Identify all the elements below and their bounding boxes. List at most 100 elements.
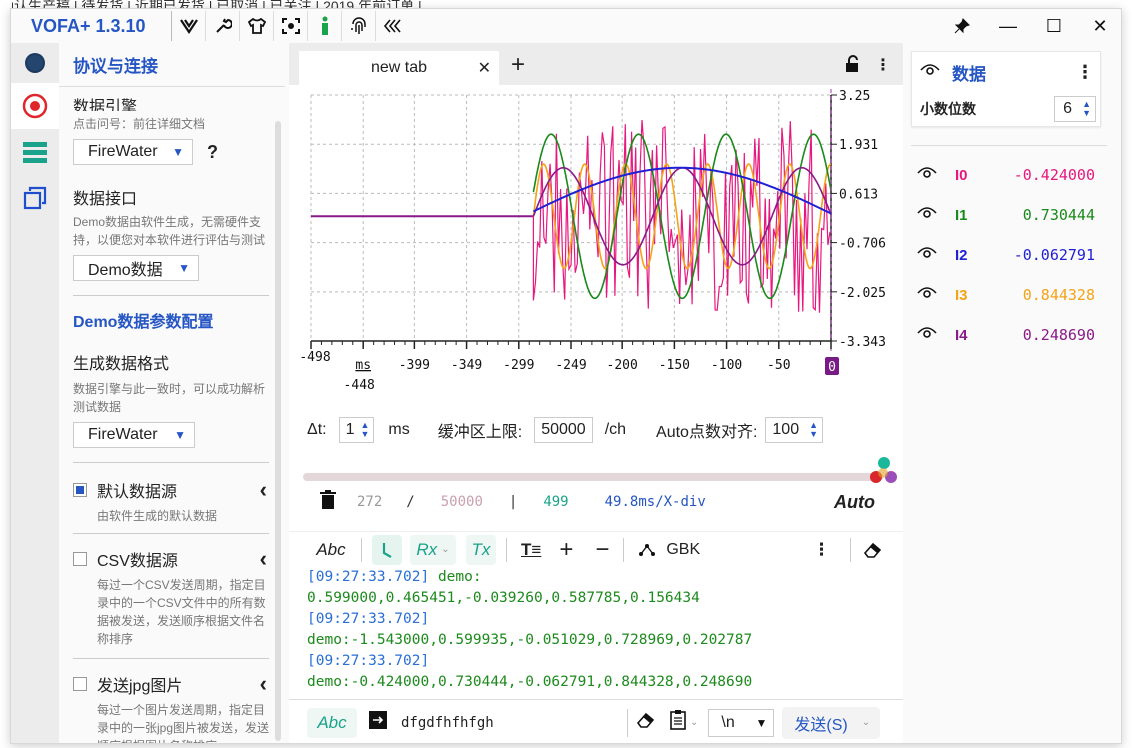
send-eraser-icon[interactable] xyxy=(636,711,656,734)
spinner-arrows-icon[interactable]: ▲ ▼ xyxy=(360,421,373,439)
source-csv[interactable]: CSV数据源 ‹ 每过一个CSV发送周期，指定目录中的一个CSV文件中的所有数据… xyxy=(73,546,275,648)
divider xyxy=(73,533,269,534)
engine-select[interactable]: FireWater ▼ xyxy=(73,139,193,165)
channel-row[interactable]: I4 0.248690 xyxy=(903,315,1121,355)
stat-sep: | xyxy=(508,494,518,510)
timestamp-toggle-icon[interactable] xyxy=(372,534,402,565)
fingerprint-icon[interactable] xyxy=(341,11,375,41)
rail-connect-toggle[interactable] xyxy=(11,43,59,83)
channel-value: 0.844328 xyxy=(1022,286,1095,304)
y-tick-label: 0.613 xyxy=(839,187,878,202)
chevron-down-icon: ▼ xyxy=(174,428,186,442)
spinner-arrows-icon[interactable]: ▲ ▼ xyxy=(1082,100,1095,118)
dt-value: 1 xyxy=(345,421,355,438)
decimals-label: 小数位数 xyxy=(920,101,976,117)
channel-row[interactable]: I2 -0.062791 xyxy=(903,235,1121,275)
vofa-logo-icon[interactable] xyxy=(171,11,205,41)
rail-copy-icon[interactable] xyxy=(11,175,59,221)
share-nodes-icon[interactable] xyxy=(638,535,656,565)
console-message: demo:-0.424000,0.730444,-0.062791,0.8443… xyxy=(307,674,753,690)
chevron-down-icon[interactable]: ⌄ xyxy=(690,717,698,728)
more-vert-icon[interactable]: ⋮ xyxy=(875,55,891,78)
tx-toggle-button[interactable]: Tx xyxy=(466,534,496,565)
pin-icon[interactable] xyxy=(939,9,985,43)
auto-spinner[interactable]: 100 ▲ ▼ xyxy=(765,417,824,443)
tab-new-tab[interactable]: new tab ✕ xyxy=(299,51,499,85)
dt-spinner[interactable]: 1 ▲ ▼ xyxy=(338,417,375,443)
source-default[interactable]: 默认数据源 ‹ 由软件生成的默认数据 xyxy=(73,477,275,525)
close-button[interactable]: ✕ xyxy=(1077,9,1121,43)
x-tick-label: -200 xyxy=(607,358,638,373)
close-tab-icon[interactable]: ✕ xyxy=(478,58,491,78)
console-output[interactable]: [09:27:33.702] demo: 0.599000,0.465451,-0… xyxy=(289,567,903,701)
waveform-chart[interactable]: 3.25 1.931 0.613 -0.706 -2.025 -3.343 -498 -448… xyxy=(289,85,903,399)
channel-row[interactable]: I3 0.844328 xyxy=(903,275,1121,315)
eye-icon[interactable] xyxy=(917,326,937,344)
title-bar: VOFA+ 1.3.10 — ☐ ✕ xyxy=(11,9,1121,43)
source-csv-checkbox[interactable] xyxy=(73,552,87,566)
collapse-icon[interactable] xyxy=(375,11,409,41)
maximize-button[interactable]: ☐ xyxy=(1031,9,1077,43)
eye-icon[interactable] xyxy=(917,166,937,184)
source-jpg[interactable]: 发送jpg图片 ‹ 每过一个图片发送周期，指定目录中的一张jpg图片被发送，发送… xyxy=(73,671,275,743)
decimals-spinner[interactable]: 6 ▲ ▼ xyxy=(1054,96,1096,122)
console-message: 0.599000,0.465451,-0.039260,0.587785,0.1… xyxy=(307,590,700,606)
format-select[interactable]: FireWater ▼ xyxy=(73,422,195,448)
protocol-scrollbar[interactable] xyxy=(275,121,281,741)
channel-row[interactable]: I0 -0.424000 xyxy=(903,155,1121,195)
send-file-icon[interactable] xyxy=(369,711,387,734)
lock-icon[interactable] xyxy=(845,55,861,78)
dt-label: Δt: xyxy=(307,421,327,438)
clipboard-icon[interactable] xyxy=(670,710,686,735)
info-icon[interactable] xyxy=(307,11,341,41)
send-abc-toggle-button[interactable]: Abc xyxy=(307,707,357,738)
decimals-value: 6 xyxy=(1063,100,1073,117)
chevron-left-icon[interactable]: ‹ xyxy=(260,477,267,503)
engine-select-value: FireWater xyxy=(88,143,158,160)
abc-toggle-button[interactable]: Abc xyxy=(311,535,351,565)
buffer-unit: /ch xyxy=(604,421,627,438)
stat-div: 49.8ms/X-div xyxy=(604,494,706,510)
rail-protocol-icon[interactable] xyxy=(11,83,59,129)
eraser-icon[interactable] xyxy=(863,535,883,565)
newline-select[interactable]: \n ▼ xyxy=(708,708,775,737)
channel-row[interactable]: I1 0.730444 xyxy=(903,195,1121,235)
help-button[interactable]: ? xyxy=(207,142,218,163)
send-input[interactable]: dfgdfhfhfgh xyxy=(401,715,627,731)
spinner-arrows-icon[interactable]: ▲ ▼ xyxy=(809,421,822,439)
eye-icon[interactable] xyxy=(917,206,937,224)
slider-handle-icon[interactable] xyxy=(865,455,899,491)
chevron-left-icon[interactable]: ‹ xyxy=(260,671,267,697)
zoom-in-icon[interactable]: + xyxy=(559,535,573,565)
source-default-checkbox[interactable] xyxy=(73,483,87,497)
text-format-icon[interactable]: T≡ xyxy=(521,535,541,565)
wrench-icon[interactable] xyxy=(205,11,239,41)
encoding-button[interactable]: GBK xyxy=(666,535,700,565)
eye-icon[interactable] xyxy=(920,63,940,82)
channel-value: 0.248690 xyxy=(1022,326,1095,344)
eye-icon[interactable] xyxy=(917,246,937,264)
minimize-button[interactable]: — xyxy=(985,9,1031,43)
eye-icon[interactable] xyxy=(917,286,937,304)
add-tab-button[interactable]: + xyxy=(511,51,525,79)
more-vert-icon[interactable]: ⋮ xyxy=(813,535,830,565)
source-jpg-checkbox[interactable] xyxy=(73,677,87,691)
rail-widgets-icon[interactable] xyxy=(11,129,59,175)
history-slider[interactable] xyxy=(303,473,883,481)
shirt-icon[interactable] xyxy=(239,11,273,41)
auto-value: 100 xyxy=(772,421,800,438)
trash-icon[interactable] xyxy=(319,490,337,514)
buffer-label: 缓冲区上限: xyxy=(437,424,523,441)
auto-mode-button[interactable]: Auto xyxy=(834,492,875,513)
interface-select[interactable]: Demo数据 ▼ xyxy=(73,255,199,281)
buffer-input[interactable]: 50000 xyxy=(534,417,593,443)
y-tick-label: 1.931 xyxy=(839,138,878,153)
channel-value: -0.424000 xyxy=(1013,166,1095,184)
x-unit-label: ms xyxy=(355,358,371,373)
rx-toggle-button[interactable]: Rx ⌄ xyxy=(410,534,456,565)
send-button[interactable]: 发送(S) ⌄ xyxy=(782,706,881,739)
more-vert-icon[interactable]: ⋮ xyxy=(1076,62,1094,83)
chevron-left-icon[interactable]: ‹ xyxy=(260,546,267,572)
zoom-out-icon[interactable]: − xyxy=(595,535,609,565)
screenshot-icon[interactable] xyxy=(273,11,307,41)
